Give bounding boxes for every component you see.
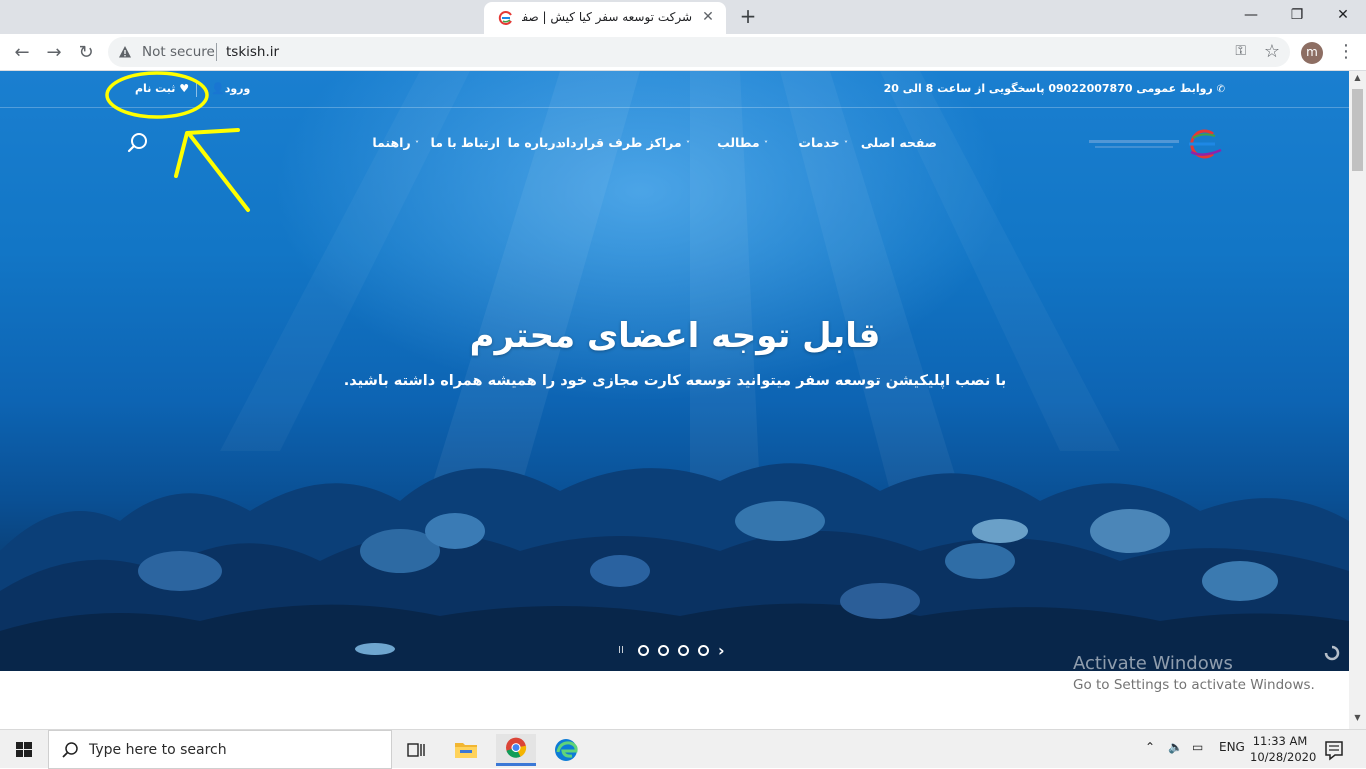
tray-chevron-icon[interactable]: ⌃ — [1145, 740, 1155, 754]
nav-label-home: صفحه اصلی — [860, 135, 937, 150]
hero-subtitle: با نصب اپلیکیشن توسعه سفر میتوانید توسعه… — [343, 373, 1007, 389]
site-favicon-icon — [498, 11, 512, 25]
browser-toolbar: ← → ↻ Not secure tskish.ir ⚿ ☆ m ⋮ — [0, 34, 1366, 71]
scroll-thumb[interactable] — [1352, 89, 1363, 171]
slider-pause-button[interactable]: II — [618, 645, 624, 656]
phone-label: روابط عمومی 09022007870 پاسخگویی از ساعت… — [883, 82, 1213, 95]
contact-phone-text: ✆ روابط عمومی 09022007870 پاسخگویی از سا… — [884, 82, 1225, 95]
user-icon: 👤 — [211, 82, 225, 95]
profile-avatar[interactable]: m — [1301, 42, 1323, 64]
slider-dot[interactable] — [658, 645, 669, 656]
file-explorer-icon[interactable] — [446, 734, 486, 766]
activate-windows-subtitle: Go to Settings to activate Windows. — [1073, 677, 1315, 693]
scroll-down-arrow[interactable]: ▼ — [1349, 713, 1366, 727]
language-indicator[interactable]: ENG — [1219, 740, 1245, 754]
slider-dot[interactable] — [678, 645, 689, 656]
notification-icon[interactable] — [1316, 734, 1352, 766]
nav-item-home[interactable]: صفحه اصلی — [861, 135, 937, 150]
nav-item-contact[interactable]: ارتباط با ما — [431, 135, 500, 150]
search-icon — [62, 742, 78, 758]
clock-time: 11:33 AM — [1252, 734, 1308, 748]
restore-button[interactable]: ❐ — [1274, 0, 1320, 30]
nav-label-articles: مطالب — [717, 135, 760, 150]
reload-button[interactable]: ↻ — [72, 39, 100, 67]
login-link[interactable]: 👤ورود — [211, 82, 250, 95]
login-label: ورود — [224, 82, 251, 95]
coral-reef-image — [0, 463, 1349, 671]
clock-date: 10/28/2020 — [1250, 750, 1317, 764]
window-close-button[interactable]: ✕ — [1320, 0, 1366, 30]
minimize-button[interactable]: — — [1228, 0, 1274, 30]
main-navbar: صفحه اصلی خدمات ˅ مطالب ˅ مراکز طرف قرار… — [0, 108, 1349, 178]
hero-section: ✆ روابط عمومی 09022007870 پاسخگویی از سا… — [0, 71, 1349, 674]
loading-spinner-icon — [1324, 645, 1340, 661]
site-topbar: ✆ روابط عمومی 09022007870 پاسخگویی از سا… — [0, 71, 1349, 108]
chevron-down-icon: ˅ — [686, 140, 690, 149]
register-label: ثبت نام — [135, 82, 176, 95]
nav-label-about: درباره ما — [507, 135, 562, 150]
chevron-down-icon: ˅ — [415, 140, 419, 149]
taskbar-search-placeholder: Type here to search — [89, 742, 227, 758]
browser-menu-icon[interactable]: ⋮ — [1336, 40, 1356, 64]
url-text[interactable]: tskish.ir — [226, 44, 279, 60]
nav-item-partners[interactable]: مراکز طرف قرارداد ˅ — [559, 135, 695, 150]
forward-button[interactable]: → — [40, 39, 68, 67]
browser-tabstrip: شرکت توسعه سفر کیا کیش | صفحه ✕ + — ❐ ✕ — [0, 0, 1366, 34]
address-bar[interactable]: Not secure tskish.ir ⚿ ☆ — [108, 37, 1290, 67]
slider-controls: II › — [618, 641, 738, 660]
nav-item-guide[interactable]: راهنما ˅ — [372, 135, 424, 150]
heart-icon: ♥ — [179, 82, 190, 95]
slider-dot[interactable] — [698, 645, 709, 656]
volume-icon[interactable]: 🔈 — [1168, 740, 1183, 754]
page-scrollbar[interactable]: ▲ ▼ — [1349, 71, 1366, 729]
url-divider — [216, 43, 217, 61]
nav-item-articles[interactable]: مطالب ˅ — [717, 135, 773, 150]
nav-label-services: خدمات — [798, 135, 840, 150]
slider-next-arrow[interactable]: › — [718, 641, 725, 660]
register-link[interactable]: ثبت نام ♥ — [135, 82, 189, 95]
phone-icon: ✆ — [1216, 84, 1225, 95]
edge-taskbar-icon[interactable] — [546, 734, 586, 766]
warning-icon[interactable] — [118, 45, 132, 59]
nav-item-about[interactable]: درباره ما — [508, 135, 562, 150]
network-icon[interactable]: ▭ — [1192, 740, 1203, 754]
tab-title: شرکت توسعه سفر کیا کیش | صفحه — [522, 10, 692, 24]
key-icon[interactable]: ⚿ — [1235, 43, 1246, 59]
nav-label-contact: ارتباط با ما — [430, 135, 500, 150]
windows-taskbar: Type here to search ⌃ 🔈 ▭ ENG 11:33 AM 1… — [0, 729, 1366, 769]
scroll-up-arrow[interactable]: ▲ — [1349, 73, 1366, 87]
activate-windows-title: Activate Windows — [1073, 653, 1233, 674]
nav-label-guide: راهنما — [372, 135, 411, 150]
taskbar-search-box[interactable]: Type here to search — [48, 730, 392, 769]
windows-start-icon[interactable] — [0, 730, 48, 769]
nav-label-partners: مراکز طرف قرارداد — [559, 135, 682, 150]
nav-item-services[interactable]: خدمات ˅ — [798, 135, 853, 150]
browser-tab[interactable]: شرکت توسعه سفر کیا کیش | صفحه ✕ — [484, 2, 726, 34]
hero-title: قابل توجه اعضای محترم — [469, 316, 881, 356]
search-icon[interactable] — [127, 132, 149, 154]
site-logo[interactable] — [1085, 124, 1230, 164]
taskbar-clock[interactable]: 11:33 AM 10/28/2020 — [1250, 733, 1317, 765]
bookmark-star-icon[interactable]: ☆ — [1264, 41, 1280, 62]
back-button[interactable]: ← — [8, 39, 36, 67]
security-status[interactable]: Not secure — [142, 44, 215, 60]
chrome-taskbar-icon[interactable] — [496, 734, 536, 766]
page-viewport: ✆ روابط عمومی 09022007870 پاسخگویی از سا… — [0, 71, 1349, 729]
chevron-down-icon: ˅ — [764, 140, 768, 149]
tab-close-icon[interactable]: ✕ — [700, 9, 716, 25]
task-view-icon[interactable] — [396, 734, 436, 766]
new-tab-button[interactable]: + — [736, 5, 760, 29]
chevron-down-icon: ˅ — [844, 140, 848, 149]
topbar-divider — [196, 81, 197, 97]
slider-dot[interactable] — [638, 645, 649, 656]
